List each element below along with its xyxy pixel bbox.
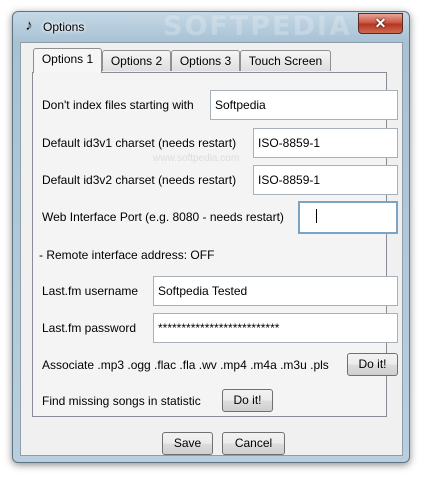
dont-index-label: Don't index files starting with: [42, 98, 194, 112]
lastfm-username-field[interactable]: Softpedia Tested: [153, 276, 398, 306]
close-button[interactable]: ✕: [358, 13, 403, 34]
options-1-panel: www.softpedia.com Don't index files star…: [32, 72, 398, 417]
lastfm-username-label: Last.fm username: [42, 284, 139, 298]
tab-options-2[interactable]: Options 2: [102, 50, 171, 71]
options-dialog: ♪ Options SOFTPEDIA ✕ Options 1 Options …: [12, 11, 410, 463]
dont-index-field[interactable]: Softpedia: [210, 90, 398, 120]
web-port-field[interactable]: [298, 201, 398, 234]
tab-options-1[interactable]: Options 1: [33, 48, 102, 73]
cancel-button[interactable]: Cancel: [222, 432, 285, 455]
id3v1-charset-field[interactable]: ISO-8859-1: [253, 128, 398, 158]
window-title: Options: [43, 20, 85, 34]
lastfm-password-field[interactable]: **************************: [153, 313, 398, 343]
id3v2-charset-label: Default id3v2 charset (needs restart): [42, 173, 237, 187]
web-port-label: Web Interface Port (e.g. 8080 - needs re…: [42, 210, 284, 224]
tab-options-3[interactable]: Options 3: [171, 50, 240, 71]
close-icon: ✕: [374, 15, 387, 31]
save-button[interactable]: Save: [162, 432, 213, 455]
music-note-icon: ♪: [25, 17, 33, 34]
remote-address-text: - Remote interface address: OFF: [39, 248, 215, 262]
associate-do-it-button[interactable]: Do it!: [347, 353, 398, 376]
tab-touch-screen[interactable]: Touch Screen: [240, 50, 331, 71]
find-missing-do-it-button[interactable]: Do it!: [222, 389, 273, 412]
text-cursor: [316, 209, 317, 223]
title-bar[interactable]: ♪ Options SOFTPEDIA ✕: [13, 12, 409, 42]
softpedia-watermark: SOFTPEDIA: [163, 11, 352, 42]
associate-filetypes-label: Associate .mp3 .ogg .flac .fla .wv .mp4 …: [42, 358, 329, 372]
softpedia-watermark: www.softpedia.com: [153, 153, 240, 164]
id3v1-charset-label: Default id3v1 charset (needs restart): [42, 136, 237, 150]
find-missing-songs-label: Find missing songs in statistic: [42, 394, 201, 408]
dialog-content: Options 1 Options 2 Options 3 Touch Scre…: [20, 42, 403, 456]
lastfm-password-label: Last.fm password: [42, 321, 137, 335]
id3v2-charset-field[interactable]: ISO-8859-1: [253, 165, 398, 195]
